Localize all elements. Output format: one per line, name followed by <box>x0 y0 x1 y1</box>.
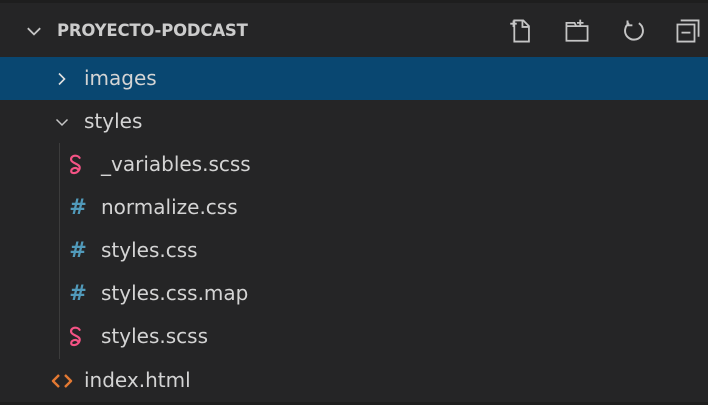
tree-item-label: index.html <box>84 368 191 392</box>
sass-icon <box>64 143 88 186</box>
html-icon <box>50 359 74 402</box>
new-folder-icon[interactable] <box>562 16 592 46</box>
tree-item-normalize-css[interactable]: # normalize.css <box>0 186 708 229</box>
sass-icon <box>64 315 88 358</box>
tree-item-label: styles.css <box>101 238 198 262</box>
tree-item-styles[interactable]: styles <box>0 100 708 143</box>
tree-item-label: styles.scss <box>101 324 208 348</box>
tree-item-label: styles.css.map <box>101 281 249 305</box>
tree-item-label: normalize.css <box>101 195 238 219</box>
collapse-all-icon[interactable] <box>673 16 703 46</box>
tree-item-index-html[interactable]: index.html <box>0 359 708 402</box>
refresh-icon[interactable] <box>619 16 649 46</box>
tree-item-label: images <box>84 66 157 90</box>
new-file-icon[interactable] <box>505 16 535 46</box>
explorer-panel: PROYECTO-PODCAST images styles _variable… <box>0 0 708 405</box>
tree-item-styles-css-map[interactable]: # styles.css.map <box>0 272 708 315</box>
explorer-header[interactable]: PROYECTO-PODCAST <box>0 5 708 57</box>
explorer-title: PROYECTO-PODCAST <box>57 21 248 40</box>
chevron-right-icon <box>52 57 72 100</box>
tree-item-label: _variables.scss <box>101 152 251 176</box>
tree-item-label: styles <box>84 109 143 133</box>
tree-item-styles-scss[interactable]: styles.scss <box>0 315 708 358</box>
tree-item-variables-scss[interactable]: _variables.scss <box>0 143 708 186</box>
tree-item-styles-css[interactable]: # styles.css <box>0 229 708 272</box>
chevron-down-icon[interactable] <box>22 19 46 43</box>
tree-item-images[interactable]: images <box>0 57 708 100</box>
css-icon: # <box>69 281 87 305</box>
chevron-down-icon <box>52 100 72 143</box>
css-icon: # <box>69 195 87 219</box>
css-icon: # <box>69 238 87 262</box>
